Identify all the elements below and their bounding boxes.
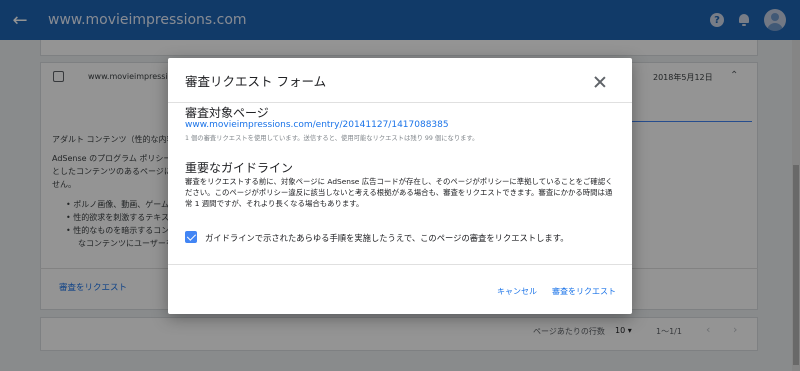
review-request-dialog: 審査リクエスト フォーム 審査対象ページ www.movieimpression… [168, 58, 632, 314]
guidelines-text: 審査をリクエストする前に、対象ページに AdSense 広告コードが存在し、その… [185, 177, 613, 208]
dialog-title: 審査リクエスト フォーム [185, 74, 327, 89]
quota-note: 1 個の審査リクエストを使用しています。送信すると、使用可能なリクエストは残り … [185, 135, 479, 142]
dialog-header-divider [168, 102, 632, 103]
target-page-url[interactable]: www.movieimpressions.com/entry/20141127/… [185, 120, 449, 130]
dialog-footer-divider [168, 264, 632, 265]
cancel-button[interactable]: キャンセル [497, 286, 537, 297]
confirm-checkbox-label[interactable]: ガイドラインで示されたあらゆる手順を実施したうえで、このページの審査をリクエスト… [205, 232, 569, 244]
guidelines-heading: 重要なガイドライン [185, 161, 294, 175]
target-page-heading: 審査対象ページ [185, 106, 269, 120]
submit-review-button[interactable]: 審査をリクエスト [552, 286, 616, 297]
close-icon[interactable] [593, 75, 607, 89]
confirm-checkbox[interactable] [185, 231, 197, 243]
